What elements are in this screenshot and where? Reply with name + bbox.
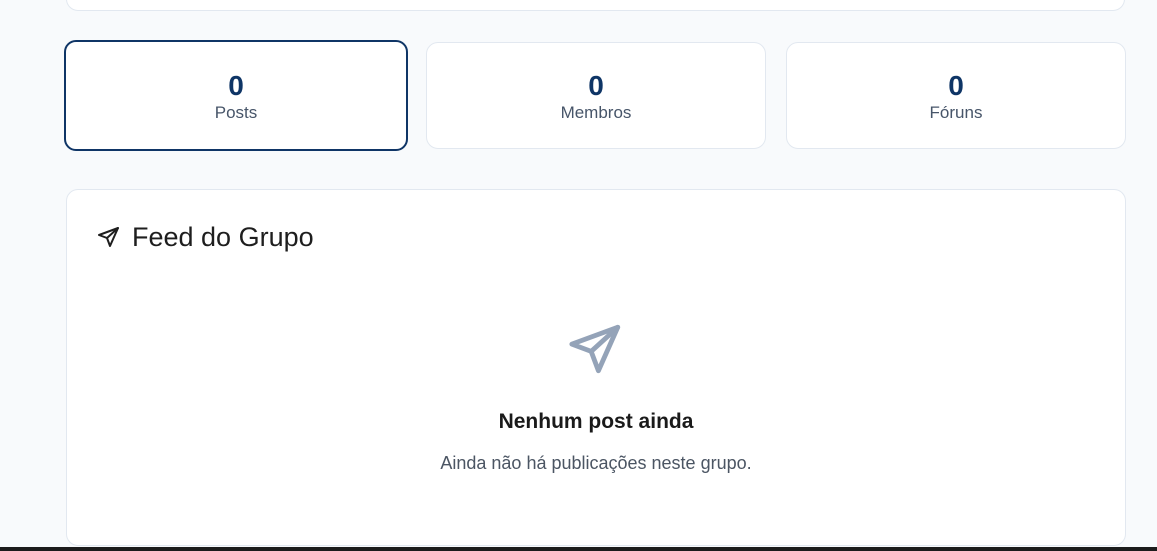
feed-header: Feed do Grupo <box>97 220 314 254</box>
feed-title: Feed do Grupo <box>132 222 314 252</box>
stat-card-members[interactable]: 0 Membros <box>426 42 766 149</box>
empty-description: Ainda não há publicações neste grupo. <box>440 453 752 473</box>
taskbar-edge <box>0 547 1157 551</box>
members-count: 0 <box>588 69 604 101</box>
stat-card-posts[interactable]: 0 Posts <box>64 40 408 151</box>
group-feed-card: Feed do Grupo Nenhum post ainda Ainda nã… <box>66 189 1126 546</box>
posts-label: Posts <box>214 102 258 122</box>
stat-card-forums[interactable]: 0 Fóruns <box>786 42 1126 149</box>
forums-label: Fóruns <box>929 102 983 122</box>
empty-title: Nenhum post ainda <box>498 410 694 433</box>
posts-count: 0 <box>228 69 244 101</box>
members-label: Membros <box>560 102 632 122</box>
empty-state: Nenhum post ainda Ainda não há publicaçõ… <box>67 320 1125 474</box>
group-page: 0 Posts 0 Membros 0 Fóruns Feed do Grupo <box>0 0 1157 551</box>
send-icon <box>97 225 121 249</box>
empty-send-icon <box>567 320 625 383</box>
group-info-card <box>66 0 1125 11</box>
forums-count: 0 <box>948 69 964 101</box>
